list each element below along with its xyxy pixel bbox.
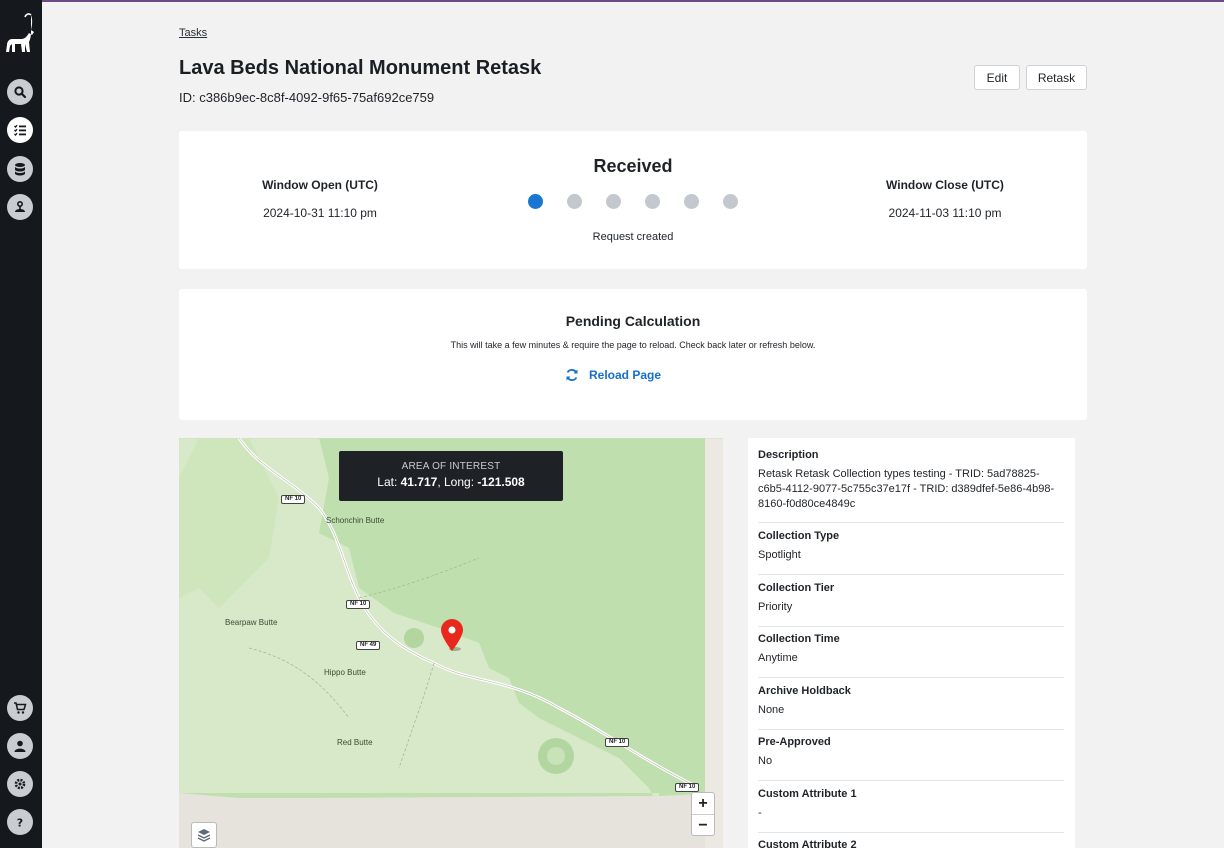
detail-label: Collection Tier	[758, 582, 835, 594]
status-step-dot	[528, 194, 543, 209]
reload-page-label: Reload Page	[589, 368, 662, 382]
task-details-panel: Description Retask Retask Collection type…	[748, 438, 1075, 848]
detail-label: Custom Attribute 2	[758, 839, 857, 848]
road-shield-nf10: NF 10	[281, 495, 306, 504]
aoi-coordinates: Lat: 41.717, Long: -121.508	[339, 475, 563, 489]
page-title: Lava Beds National Monument Retask	[179, 57, 542, 79]
help-icon[interactable]: ?	[7, 809, 33, 835]
area-map[interactable]: Schonchin Butte Bearpaw Butte Hippo Butt…	[179, 438, 723, 848]
red-butte-label: Red Butte	[337, 738, 373, 747]
detail-label: Description	[758, 449, 819, 461]
task-id: ID: c386b9ec-8c8f-4092-9f65-75af692ce759	[179, 90, 435, 105]
top-accent-line	[0, 0, 1224, 2]
window-close-label: Window Close (UTC)	[886, 178, 1004, 192]
gear-icon[interactable]	[7, 771, 33, 797]
location-pin-icon[interactable]	[439, 618, 465, 652]
detail-label: Collection Type	[758, 530, 840, 542]
schonchin-butte-label: Schonchin Butte	[326, 516, 385, 525]
detail-row: Collection Time Anytime	[758, 633, 1064, 678]
detail-row: Archive Holdback None	[758, 685, 1064, 730]
detail-label: Archive Holdback	[758, 685, 851, 697]
detail-value: Priority	[758, 601, 793, 613]
detail-value: Anytime	[758, 652, 798, 664]
sidebar: ?	[0, 0, 42, 848]
svg-text:?: ?	[17, 817, 23, 830]
refresh-icon	[566, 369, 578, 381]
user-icon[interactable]	[7, 733, 33, 759]
window-open-label: Window Open (UTC)	[262, 178, 378, 192]
zoom-out-button[interactable]: −	[692, 815, 714, 836]
goat-logo-icon[interactable]	[4, 12, 38, 56]
detail-row: Pre-Approved No	[758, 736, 1064, 781]
pending-text: This will take a few minutes & require t…	[450, 340, 816, 350]
hippo-butte-label: Hippo Butte	[324, 668, 366, 677]
road-shield-nf10: NF 10	[675, 783, 700, 792]
road-shield-nf49: NF 49	[356, 641, 381, 650]
map-layers-icon[interactable]	[191, 822, 217, 848]
status-step-dot	[723, 194, 738, 209]
cart-icon[interactable]	[7, 695, 33, 721]
status-title: Received	[593, 156, 673, 176]
status-card: Window Open (UTC) 2024-10-31 11:10 pm Re…	[179, 131, 1087, 269]
database-icon[interactable]	[7, 156, 33, 182]
tasks-list-icon[interactable]	[7, 117, 33, 143]
reload-page-button[interactable]: Reload Page	[565, 368, 661, 382]
detail-value: -	[758, 807, 762, 819]
detail-label: Collection Time	[758, 633, 840, 645]
detail-row: Custom Attribute 1 -	[758, 788, 1064, 833]
window-close-value: 2024-11-03 11:10 pm	[888, 206, 1002, 220]
window-open-value: 2024-10-31 11:10 pm	[263, 206, 377, 220]
detail-row: Custom Attribute 2	[758, 839, 1064, 848]
long-value: -121.508	[477, 475, 525, 489]
long-prefix: , Long:	[437, 475, 478, 489]
status-step-dot	[567, 194, 582, 209]
status-step-dot	[645, 194, 660, 209]
zoom-control: + −	[691, 792, 715, 836]
detail-row: Collection Tier Priority	[758, 582, 1064, 627]
detail-value: None	[758, 704, 785, 716]
retask-button[interactable]: Retask	[1026, 65, 1087, 90]
road-shield-nf10: NF 10	[346, 600, 371, 609]
lat-prefix: Lat:	[377, 475, 401, 489]
satellite-icon[interactable]	[7, 194, 33, 220]
pending-calculation-card: Pending Calculation This will take a few…	[179, 289, 1087, 420]
bearpaw-butte-label: Bearpaw Butte	[225, 618, 278, 627]
aoi-label: AREA OF INTEREST	[401, 461, 501, 472]
road-shield-nf10: NF 10	[605, 738, 630, 747]
area-of-interest-tooltip: AREA OF INTEREST Lat: 41.717, Long: -121…	[339, 451, 563, 501]
detail-label: Custom Attribute 1	[758, 788, 857, 800]
breadcrumb-tasks-link[interactable]: Tasks	[179, 27, 207, 39]
lat-value: 41.717	[400, 475, 438, 489]
detail-label: Pre-Approved	[758, 736, 831, 748]
status-step-dot	[606, 194, 621, 209]
detail-value: Retask Retask Collection types testing -…	[758, 468, 1055, 510]
status-step-dot	[684, 194, 699, 209]
search-icon[interactable]	[7, 79, 33, 105]
edit-button[interactable]: Edit	[974, 65, 1020, 90]
pending-title: Pending Calculation	[565, 313, 701, 329]
status-subtitle: Request created	[592, 231, 674, 243]
detail-value: No	[758, 755, 773, 767]
zoom-in-button[interactable]: +	[692, 793, 714, 814]
detail-row: Description Retask Retask Collection type…	[758, 449, 1064, 523]
detail-row: Collection Type Spotlight	[758, 530, 1064, 575]
detail-value: Spotlight	[758, 549, 801, 561]
